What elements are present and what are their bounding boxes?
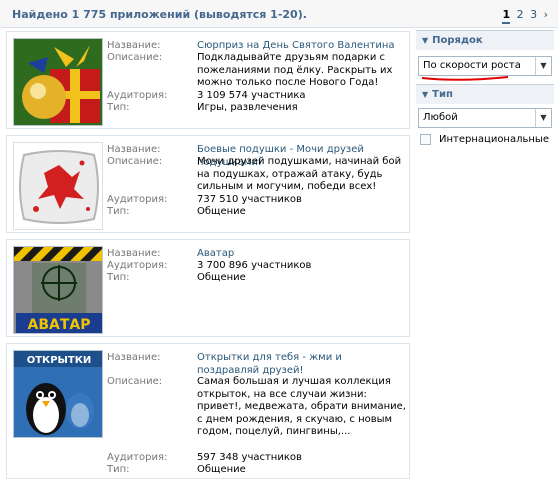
order-select-value: По скорости роста bbox=[423, 60, 521, 71]
type-label: Тип: bbox=[107, 206, 130, 217]
order-select[interactable]: По скорости роста ▼ bbox=[418, 56, 552, 76]
app-2-thumbnail[interactable] bbox=[13, 142, 103, 230]
order-section-header[interactable]: ▼ Порядок bbox=[416, 30, 554, 50]
app-description: Подкладывайте друзьям подарки с пожелани… bbox=[197, 52, 393, 88]
collapse-triangle-icon: ▼ bbox=[422, 36, 429, 45]
chevron-down-icon[interactable]: ▼ bbox=[535, 109, 551, 127]
app-card: Название: Боевые подушки - Мочи друзей п… bbox=[6, 135, 410, 233]
app-audience: 597 348 участников bbox=[197, 452, 302, 463]
penguin-card-icon: ОТКРЫТКИ bbox=[14, 351, 102, 437]
type-label: Тип: bbox=[107, 272, 130, 283]
international-checkbox-row[interactable]: Интернациональные bbox=[420, 134, 549, 145]
audience-label: Аудитория: bbox=[107, 194, 168, 205]
page-1-link[interactable]: 1 bbox=[502, 8, 511, 24]
international-label: Интернациональные bbox=[439, 134, 549, 145]
collapse-triangle-icon: ▼ bbox=[422, 90, 429, 99]
description-label: Описание: bbox=[107, 376, 163, 387]
name-label: Название: bbox=[107, 352, 161, 363]
app-audience: 737 510 участников bbox=[197, 194, 302, 205]
page-2-link[interactable]: 2 bbox=[517, 8, 524, 21]
audience-label: Аудитория: bbox=[107, 260, 168, 271]
app-name-link[interactable]: Открытки для тебя - жми и поздравляй дру… bbox=[197, 352, 407, 377]
red-underline-annotation bbox=[421, 76, 509, 81]
type-label: Тип: bbox=[107, 464, 130, 475]
app-4-thumbnail[interactable]: ОТКРЫТКИ bbox=[13, 350, 103, 438]
name-label: Название: bbox=[107, 248, 161, 259]
app-audience: 3 109 574 участника bbox=[197, 90, 306, 101]
app-name-link[interactable]: Аватар bbox=[197, 248, 407, 261]
page-3-link[interactable]: 3 bbox=[530, 8, 537, 21]
audience-label: Аудитория: bbox=[107, 90, 168, 101]
avatar-logo-text: АВАТАР bbox=[28, 317, 91, 333]
type-label: Тип: bbox=[107, 102, 130, 113]
app-type: Общение bbox=[197, 464, 246, 475]
order-title: Порядок bbox=[432, 35, 483, 46]
description-label: Описание: bbox=[107, 156, 163, 167]
results-header: Найдено 1 775 приложений (выводятся 1-20… bbox=[0, 0, 558, 28]
app-name-link[interactable]: Сюрприз на День Святого Валентина bbox=[197, 40, 407, 53]
app-card: Название: Сюрприз на День Святого Валент… bbox=[6, 31, 410, 129]
avatar-logo-icon: АВАТАР bbox=[14, 247, 102, 333]
app-type: Общение bbox=[197, 206, 246, 217]
name-label: Название: bbox=[107, 144, 161, 155]
type-select[interactable]: Любой ▼ bbox=[418, 108, 552, 128]
results-count: Найдено 1 775 приложений (выводятся 1-20… bbox=[12, 8, 307, 21]
app-audience: 3 700 896 участников bbox=[197, 260, 312, 271]
app-type: Общение bbox=[197, 272, 246, 283]
next-page-link[interactable]: › bbox=[544, 8, 548, 21]
type-section-header[interactable]: ▼ Тип bbox=[416, 84, 554, 104]
description-label: Описание: bbox=[107, 52, 163, 63]
pagination: 1 2 3 › bbox=[499, 8, 548, 24]
type-select-value: Любой bbox=[423, 112, 458, 123]
app-card: ОТКРЫТКИ Название: Открытки для тебя - ж… bbox=[6, 343, 410, 479]
app-1-thumbnail[interactable] bbox=[13, 38, 103, 126]
app-type: Игры, развлечения bbox=[197, 102, 298, 113]
app-card: АВАТАР Название: Аватар Аудитория: 3 700… bbox=[6, 239, 410, 337]
app-description: Самая большая и лучшая коллекция открыто… bbox=[197, 376, 406, 437]
app-description: Мочи друзей подушками, начинай бой на по… bbox=[197, 156, 402, 192]
filter-sidebar: ▼ Порядок По скорости роста ▼ ▼ Тип Любой … bbox=[416, 30, 554, 145]
postcards-logo-text: ОТКРЫТКИ bbox=[27, 355, 92, 366]
chevron-down-icon[interactable]: ▼ bbox=[535, 57, 551, 75]
gift-icon bbox=[14, 39, 102, 125]
app-3-thumbnail[interactable]: АВАТАР bbox=[13, 246, 103, 334]
type-title: Тип bbox=[432, 89, 453, 100]
audience-label: Аудитория: bbox=[107, 452, 168, 463]
international-checkbox[interactable] bbox=[420, 134, 431, 145]
name-label: Название: bbox=[107, 40, 161, 51]
pillow-icon bbox=[14, 143, 102, 229]
